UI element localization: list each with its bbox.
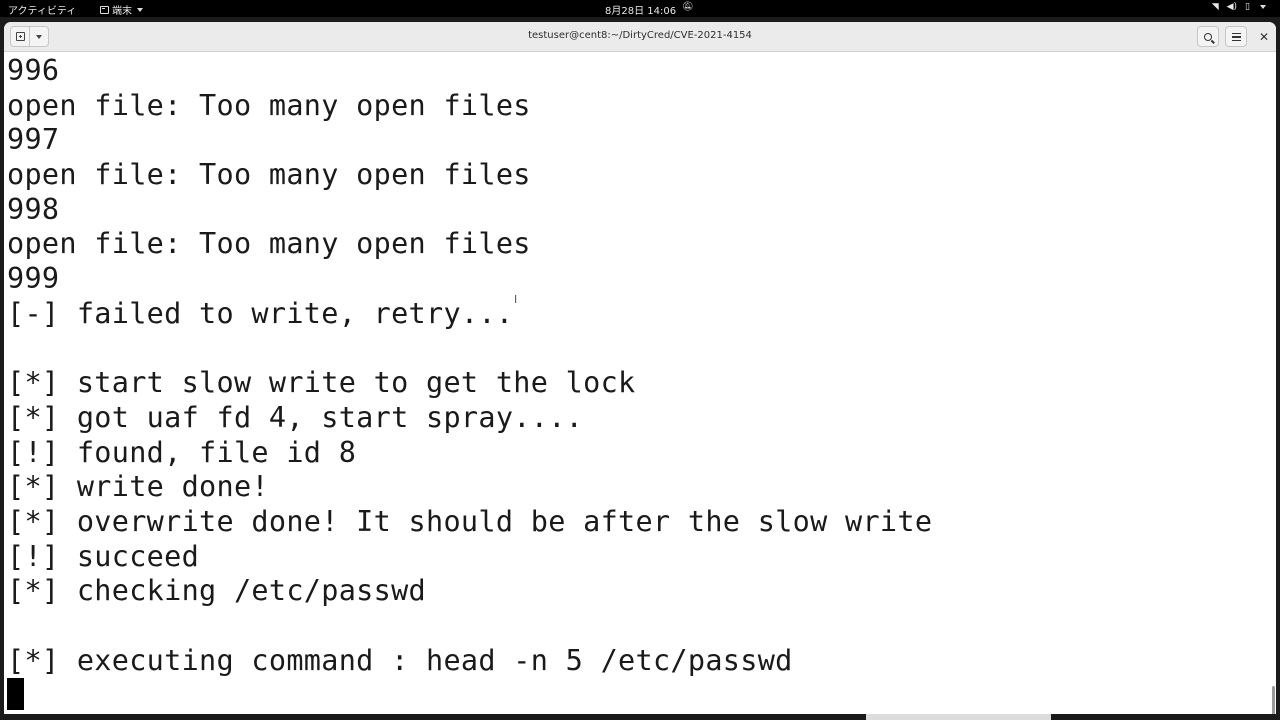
app-menu-label: 端末 — [112, 6, 132, 17]
top-bar: アクティビティ 端末 8月28日 14:06 🔕︎ ◥ ◀) ▯ — [0, 0, 1280, 17]
volume-icon: ◀) — [1226, 2, 1238, 12]
terminal-line: [*] overwrite done! It should be after t… — [7, 504, 933, 538]
menu-button[interactable] — [1225, 26, 1247, 47]
mouse-ibeam-cursor: I — [514, 293, 518, 306]
scrollbar[interactable] — [1270, 53, 1276, 720]
system-caret-icon — [1260, 5, 1266, 9]
terminal-line: [!] found, file id 8 — [7, 435, 357, 469]
terminal-line: [!] succeed — [7, 539, 200, 573]
terminal-line: [*] start slow write to get the lock — [7, 366, 636, 400]
system-menu[interactable]: ◥ ◀) ▯ — [1212, 2, 1266, 12]
terminal-line: [-] failed to write, retry... — [7, 296, 514, 330]
hamburger-menu-icon — [1231, 32, 1241, 41]
search-icon — [1204, 32, 1212, 41]
battery-icon: ▯ — [1245, 2, 1250, 12]
search-button[interactable] — [1197, 26, 1219, 47]
terminal-line: [*] write done! — [7, 470, 269, 504]
terminal-output[interactable]: 996 open file: Too many open files 997 open… — [4, 53, 1270, 720]
close-button[interactable]: ✕ — [1253, 26, 1275, 47]
terminal-icon — [100, 5, 109, 14]
bottom-strip — [0, 714, 1280, 720]
terminal-line: open file: Too many open files — [7, 158, 531, 192]
caret-down-icon — [137, 7, 143, 12]
terminal-line: 996 — [7, 54, 60, 87]
terminal-lines: 996 open file: Too many open files 997 open… — [7, 54, 932, 678]
text-cursor — [7, 678, 24, 710]
clock[interactable]: 8月28日 14:06 — [605, 2, 676, 17]
terminal-line: 998 — [7, 192, 60, 226]
terminal-line: [*] executing command : head -n 5 /etc/p… — [7, 643, 793, 677]
header-actions: ✕ — [1197, 26, 1276, 47]
terminal-line: open file: Too many open files — [7, 88, 531, 122]
terminal-line: open file: Too many open files — [7, 227, 531, 261]
header-bar: testuser@cent8:~/DirtyCred/CVE-2021-4154… — [4, 22, 1276, 52]
terminal-line: [*] checking /etc/passwd — [7, 574, 427, 608]
close-icon: ✕ — [1258, 29, 1270, 44]
terminal-line: 999 — [7, 262, 60, 296]
app-menu[interactable]: 端末 — [100, 2, 143, 17]
activities-button[interactable]: アクティビティ — [8, 2, 76, 17]
window-title: testuser@cent8:~/DirtyCred/CVE-2021-4154 — [528, 30, 752, 41]
scrollbar-thumb[interactable] — [1272, 686, 1275, 716]
wifi-icon: ◥ — [1211, 2, 1219, 12]
bell-muted-icon: 🔕︎ — [682, 2, 694, 12]
terminal-window: testuser@cent8:~/DirtyCred/CVE-2021-4154… — [4, 22, 1276, 720]
terminal-line: 997 — [7, 123, 60, 157]
bottom-window-strip — [866, 714, 1051, 720]
terminal-line: [*] got uaf fd 4, start spray.... — [7, 400, 584, 434]
